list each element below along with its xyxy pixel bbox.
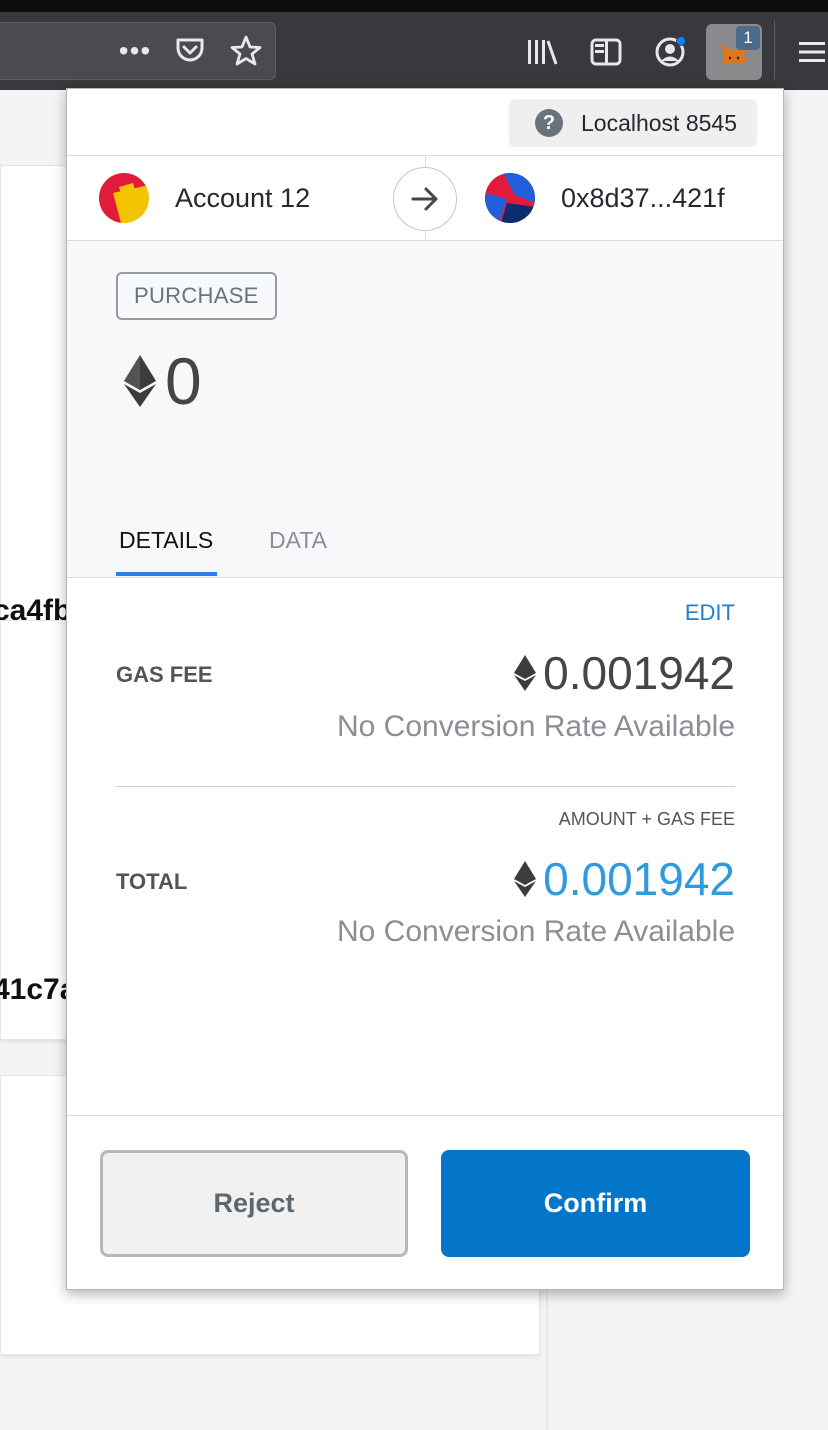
notification-dot <box>676 36 686 46</box>
total-sublabel: AMOUNT + GAS FEE <box>558 809 735 829</box>
edit-gas-link[interactable]: EDIT <box>685 600 735 626</box>
action-badge: PURCHASE <box>116 272 277 320</box>
active-tab-indicator <box>116 572 217 576</box>
to-address: 0x8d37...421f <box>561 183 725 213</box>
reject-button[interactable]: Reject <box>100 1150 408 1257</box>
popup-header: ? Localhost 8545 <box>67 89 783 155</box>
gas-fee-value-row: 0.001942 <box>513 646 735 700</box>
amount-row: 0 <box>123 343 202 419</box>
transaction-parties: Account 12 0x8d37...421f <box>67 155 783 241</box>
metamask-confirm-popup: ? Localhost 8545 Account 12 0x8d37...421… <box>66 88 784 1290</box>
confirm-button[interactable]: Confirm <box>441 1150 750 1257</box>
total-label: TOTAL <box>116 869 188 894</box>
tab-strip <box>0 0 828 12</box>
detail-tabs: DETAILS DATA <box>67 509 783 578</box>
toolbar-separator <box>774 20 775 80</box>
background-hash-text: 41c7a <box>0 973 77 1006</box>
arrow-right-icon <box>393 167 457 231</box>
account-icon[interactable] <box>648 30 692 74</box>
gas-fee-value: 0.001942 <box>543 647 735 699</box>
from-account-avatar <box>99 173 149 223</box>
tab-details[interactable]: DETAILS <box>119 527 213 554</box>
to-address-avatar <box>485 173 535 223</box>
hamburger-menu-icon[interactable] <box>790 30 828 74</box>
metamask-extension-button[interactable]: 1 <box>706 24 762 80</box>
gas-fee-label: GAS FEE <box>116 662 213 687</box>
network-name: Localhost 8545 <box>580 109 737 136</box>
pocket-icon[interactable] <box>168 30 212 72</box>
overflow-menu-icon[interactable]: ••• <box>112 30 158 72</box>
total-value-row: 0.001942 <box>513 852 735 906</box>
ethereum-icon <box>514 861 537 897</box>
details-panel: EDIT GAS FEE 0.001942 No Conversion Rate… <box>67 578 783 1118</box>
extension-badge: 1 <box>736 26 760 50</box>
background-divider <box>546 1290 548 1430</box>
total-conversion: No Conversion Rate Available <box>336 915 735 948</box>
library-icon[interactable] <box>520 30 564 74</box>
network-indicator[interactable]: ? Localhost 8545 <box>508 99 757 147</box>
bookmark-star-icon[interactable] <box>224 30 268 72</box>
browser-toolbar: ••• 1 <box>0 0 828 90</box>
gas-fee-conversion: No Conversion Rate Available <box>336 710 735 743</box>
ethereum-icon <box>124 355 156 407</box>
ethereum-icon <box>514 655 537 691</box>
total-value: 0.001942 <box>543 853 735 905</box>
sidebar-icon[interactable] <box>584 30 628 74</box>
help-icon: ? <box>534 109 563 137</box>
popup-footer: Reject Confirm <box>67 1115 783 1289</box>
details-divider <box>116 786 735 787</box>
tab-data[interactable]: DATA <box>269 527 327 554</box>
from-account-name: Account 12 <box>175 183 311 213</box>
transaction-amount: 0 <box>165 344 202 418</box>
